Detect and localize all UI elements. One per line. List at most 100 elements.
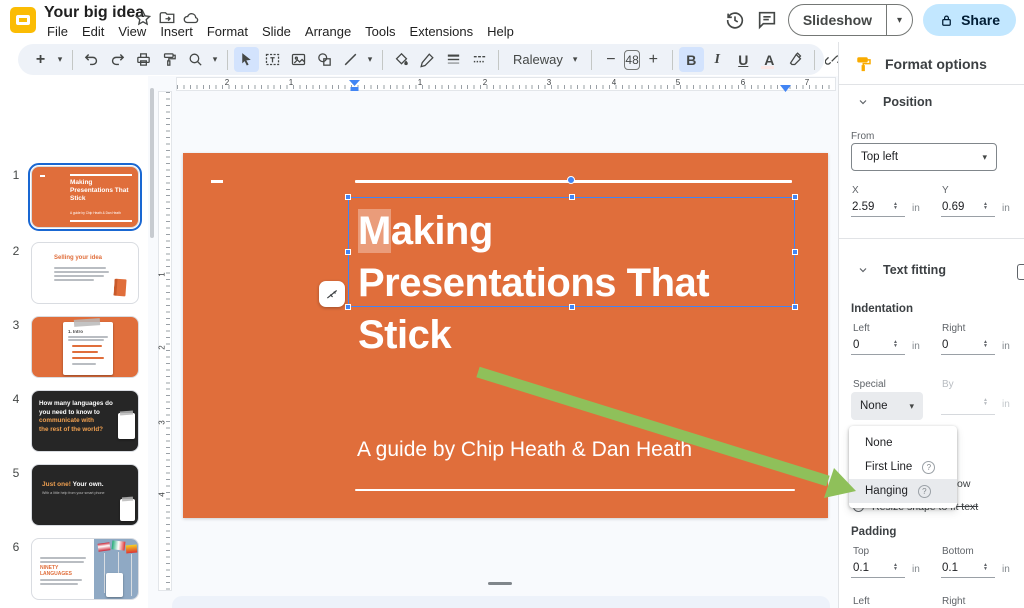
insert-shape-icon[interactable] bbox=[312, 47, 337, 72]
zoom-caret[interactable]: ▾ bbox=[209, 54, 221, 65]
document-title[interactable]: Your big idea bbox=[44, 4, 144, 22]
menu-option-first-line[interactable]: First Line ? bbox=[849, 455, 957, 479]
select-tool-icon[interactable] bbox=[234, 47, 259, 72]
slide-2-thumbnail[interactable]: Selling your idea bbox=[31, 242, 139, 304]
slide-subtitle-text[interactable]: A guide by Chip Heath & Dan Heath bbox=[357, 438, 692, 462]
menu-option-none[interactable]: None bbox=[849, 431, 957, 455]
filmstrip-scrollbar[interactable] bbox=[150, 88, 154, 238]
padding-label: Padding bbox=[851, 526, 896, 538]
increase-font-button[interactable]: + bbox=[641, 47, 666, 72]
special-select-caret: ▾ bbox=[909, 401, 914, 412]
underline-button[interactable]: U bbox=[731, 47, 756, 72]
y-stepper[interactable]: ▲▼ bbox=[981, 202, 990, 210]
indent-left-stepper[interactable]: ▲▼ bbox=[891, 340, 900, 348]
padding-bottom-stepper[interactable]: ▲▼ bbox=[981, 563, 990, 571]
font-family-select[interactable]: Raleway ▾ bbox=[505, 52, 585, 67]
selection-rectangle[interactable] bbox=[348, 197, 795, 307]
slide-3-number: 3 bbox=[8, 318, 24, 332]
padding-top-label: Top bbox=[853, 546, 869, 557]
text-fitting-section-toggle[interactable]: Text fitting bbox=[857, 263, 946, 277]
menu-option-hanging[interactable]: Hanging ? bbox=[849, 479, 957, 503]
text-box-quick-action-button[interactable] bbox=[319, 281, 345, 307]
border-color-icon[interactable] bbox=[415, 47, 440, 72]
share-button[interactable]: Share bbox=[923, 4, 1016, 36]
horizontal-ruler[interactable]: 2 1 1 2 3 4 5 6 7 bbox=[176, 77, 836, 91]
menu-help[interactable]: Help bbox=[480, 22, 521, 41]
indent-left-input[interactable]: 0 bbox=[853, 339, 859, 351]
chevron-down-icon bbox=[857, 264, 869, 276]
selection-handle-s[interactable] bbox=[569, 304, 575, 310]
selection-handle-sw[interactable] bbox=[345, 304, 351, 310]
menu-format[interactable]: Format bbox=[200, 22, 255, 41]
padding-top-input[interactable]: 0.1 bbox=[853, 562, 869, 574]
selection-handle-n[interactable] bbox=[569, 194, 575, 200]
version-history-icon[interactable] bbox=[724, 9, 746, 31]
menu-view[interactable]: View bbox=[111, 22, 153, 41]
slide-5-thumbnail[interactable]: Just one! Your own. With a little help f… bbox=[31, 464, 139, 526]
menu-slide[interactable]: Slide bbox=[255, 22, 298, 41]
menu-arrange[interactable]: Arrange bbox=[298, 22, 358, 41]
slide-6-thumbnail[interactable]: NINETYLANGUAGES bbox=[31, 538, 139, 600]
new-slide-button[interactable]: + bbox=[28, 47, 53, 72]
rotation-handle[interactable] bbox=[567, 176, 575, 184]
x-value-input[interactable]: 2.59 bbox=[852, 201, 874, 213]
decrease-font-button[interactable]: − bbox=[598, 47, 623, 72]
slideshow-button[interactable]: Slideshow bbox=[789, 12, 886, 28]
selection-handle-ne[interactable] bbox=[792, 194, 798, 200]
y-value-input[interactable]: 0.69 bbox=[942, 201, 964, 213]
selection-handle-e[interactable] bbox=[792, 249, 798, 255]
new-slide-caret[interactable]: ▾ bbox=[54, 54, 66, 65]
indent-right-input[interactable]: 0 bbox=[942, 339, 948, 351]
selection-handle-nw[interactable] bbox=[345, 194, 351, 200]
indent-marker-left[interactable] bbox=[349, 79, 360, 97]
help-icon[interactable]: ? bbox=[922, 461, 935, 474]
menu-tools[interactable]: Tools bbox=[358, 22, 402, 41]
insert-line-caret[interactable]: ▾ bbox=[364, 54, 376, 65]
speaker-notes-resize-handle[interactable] bbox=[488, 582, 512, 585]
menu-insert[interactable]: Insert bbox=[153, 22, 200, 41]
bold-button[interactable]: B bbox=[679, 47, 704, 72]
redo-icon[interactable] bbox=[105, 47, 130, 72]
from-select[interactable]: Top left ▾ bbox=[851, 143, 997, 171]
padding-top-stepper[interactable]: ▲▼ bbox=[891, 563, 900, 571]
print-icon[interactable] bbox=[131, 47, 156, 72]
menu-extensions[interactable]: Extensions bbox=[403, 22, 481, 41]
slide-4-thumbnail[interactable]: How many languages do you need to know t… bbox=[31, 390, 139, 452]
text-box-icon[interactable] bbox=[260, 47, 285, 72]
x-stepper[interactable]: ▲▼ bbox=[891, 202, 900, 210]
zoom-icon[interactable] bbox=[183, 47, 208, 72]
text-color-button[interactable]: A bbox=[757, 47, 782, 72]
speaker-notes-panel[interactable] bbox=[172, 596, 830, 608]
vertical-ruler[interactable]: 1 2 3 4 bbox=[158, 91, 172, 591]
indent-right-stepper[interactable]: ▲▼ bbox=[981, 340, 990, 348]
special-select[interactable]: None ▾ bbox=[851, 392, 923, 420]
paint-roller-icon bbox=[855, 55, 873, 73]
slide-4-number: 4 bbox=[8, 392, 24, 406]
comments-icon[interactable] bbox=[756, 9, 778, 31]
slideshow-options-caret[interactable]: ▾ bbox=[886, 5, 912, 35]
border-dash-icon[interactable] bbox=[467, 47, 492, 72]
italic-button[interactable]: I bbox=[705, 47, 730, 72]
help-icon[interactable]: ? bbox=[918, 485, 931, 498]
selection-handle-se[interactable] bbox=[792, 304, 798, 310]
slide-bottom-line[interactable] bbox=[355, 489, 795, 491]
slides-logo[interactable] bbox=[10, 7, 36, 33]
slide-canvas[interactable]: Making Presentations That Stick A guide … bbox=[183, 153, 828, 518]
indent-marker-right[interactable] bbox=[780, 80, 791, 98]
insert-image-icon[interactable] bbox=[286, 47, 311, 72]
insert-line-icon[interactable] bbox=[338, 47, 363, 72]
border-weight-icon[interactable] bbox=[441, 47, 466, 72]
menu-edit[interactable]: Edit bbox=[75, 22, 111, 41]
position-section-toggle[interactable]: Position bbox=[857, 95, 932, 109]
slide-3-thumbnail[interactable]: 1. Intro bbox=[31, 316, 139, 378]
selection-handle-w[interactable] bbox=[345, 249, 351, 255]
font-size-input[interactable]: 48 bbox=[624, 50, 639, 70]
fill-color-icon[interactable] bbox=[389, 47, 414, 72]
padding-bottom-input[interactable]: 0.1 bbox=[942, 562, 958, 574]
paint-format-icon[interactable] bbox=[157, 47, 182, 72]
highlight-color-icon[interactable] bbox=[783, 47, 808, 72]
menu-file[interactable]: File bbox=[40, 22, 75, 41]
slide-1-thumbnail[interactable]: MakingPresentations ThatStick A guide by… bbox=[31, 166, 139, 228]
undo-icon[interactable] bbox=[79, 47, 104, 72]
main-toolbar: + ▾ ▾ ▾ Raleway ▾ − 48 + B I U A bbox=[18, 44, 824, 75]
